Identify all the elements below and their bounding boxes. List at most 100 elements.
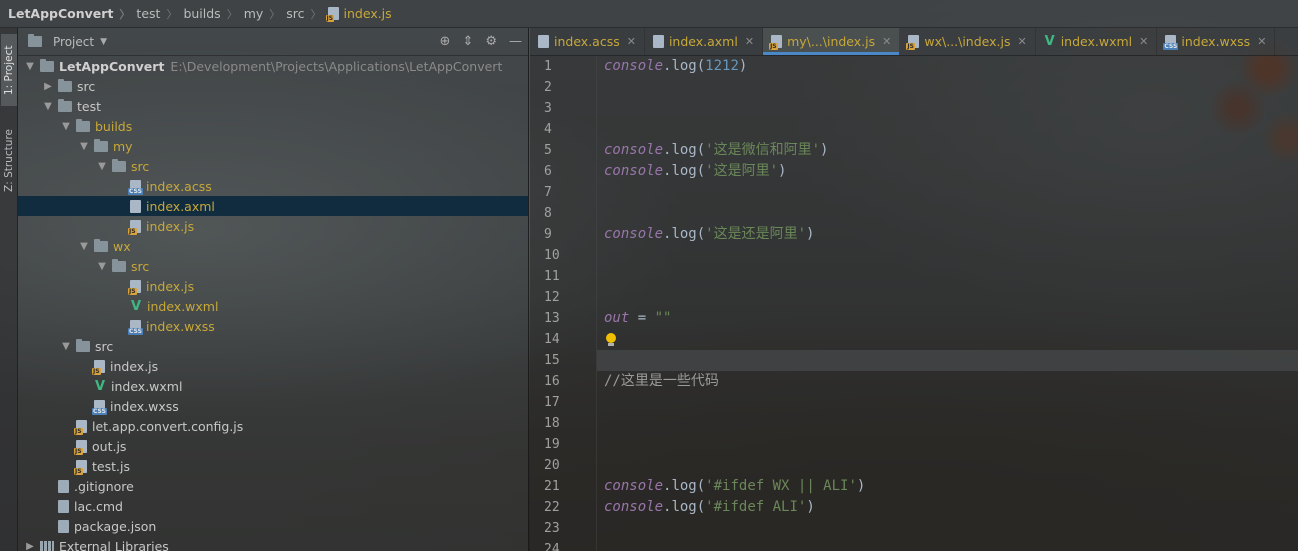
code-line[interactable] xyxy=(597,329,1298,350)
editor-tab[interactable]: JS wx\...\index.js ✕ xyxy=(900,28,1036,55)
code-line[interactable]: out = "" xyxy=(597,308,1298,329)
code-line[interactable]: console.log('这是阿里') xyxy=(597,161,1298,182)
editor-tab[interactable]: index.axml ✕ xyxy=(645,28,764,55)
tree-item[interactable]: CSS index.acss xyxy=(18,176,528,196)
chevron-down-icon[interactable]: ▼ xyxy=(96,261,108,272)
tree-root[interactable]: ▼ LetAppConvert E:\Development\Projects\… xyxy=(18,56,528,76)
editor-tab[interactable]: CSS index.wxss ✕ xyxy=(1157,28,1276,55)
close-icon[interactable]: ✕ xyxy=(745,35,754,48)
code-line[interactable] xyxy=(597,77,1298,98)
js-file-icon: JS xyxy=(128,279,141,295)
code-line[interactable] xyxy=(597,455,1298,476)
code-line[interactable] xyxy=(597,119,1298,140)
vue-file-icon: V xyxy=(130,298,142,314)
code-line[interactable]: console.log('这是还是阿里') xyxy=(597,224,1298,245)
tree-item[interactable]: package.json xyxy=(18,516,528,536)
tree-item[interactable]: ▼ src xyxy=(18,256,528,276)
tree-item[interactable]: ▼ wx xyxy=(18,236,528,256)
close-icon[interactable]: ✕ xyxy=(882,35,891,48)
tree-item[interactable]: JS let.app.convert.config.js xyxy=(18,416,528,436)
breadcrumb-item[interactable]: builds 〉 xyxy=(183,6,243,22)
breadcrumb-item[interactable]: test 〉 xyxy=(136,6,183,22)
editor-tab[interactable]: JS my\...\index.js ✕ xyxy=(763,28,901,55)
tree-item[interactable]: ▼ my xyxy=(18,136,528,156)
tree-item[interactable]: index.axml xyxy=(18,196,528,216)
code-line[interactable] xyxy=(597,182,1298,203)
chevron-down-icon[interactable]: ▼ xyxy=(60,121,72,132)
code-punctuation: ) xyxy=(806,499,815,515)
code-line[interactable]: console.log('#ifdef ALI') xyxy=(597,497,1298,518)
line-number: 11 xyxy=(544,269,560,284)
file-badge: JS xyxy=(906,43,915,50)
close-icon[interactable]: ✕ xyxy=(1139,35,1148,48)
code-line[interactable]: console.log('这是微信和阿里') xyxy=(597,140,1298,161)
tree-item[interactable]: ▼ builds xyxy=(18,116,528,136)
code-line[interactable] xyxy=(597,518,1298,539)
folder-icon xyxy=(94,238,108,252)
tree-item[interactable]: JS test.js xyxy=(18,456,528,476)
tree-item[interactable]: JS index.js xyxy=(18,216,528,236)
text-file-icon xyxy=(58,479,69,493)
tree-item[interactable]: CSS index.wxss xyxy=(18,396,528,416)
tree-item[interactable]: JS index.js xyxy=(18,356,528,376)
code-line[interactable] xyxy=(597,350,1298,371)
chevron-right-icon[interactable]: ▶ xyxy=(24,541,36,551)
code-line[interactable] xyxy=(597,98,1298,119)
tree-item[interactable]: Vindex.wxml xyxy=(18,376,528,396)
code-line[interactable]: console.log('#ifdef WX || ALI') xyxy=(597,476,1298,497)
close-icon[interactable]: ✕ xyxy=(1257,35,1266,48)
code-line[interactable] xyxy=(597,539,1298,551)
editor-tab-label: index.acss xyxy=(554,34,620,49)
project-view-selector[interactable]: Project xyxy=(53,35,94,49)
breadcrumb-item[interactable]: LetAppConvert 〉 xyxy=(8,6,136,22)
code-line[interactable]: console.log(1212) xyxy=(597,56,1298,77)
tree-item[interactable]: lac.cmd xyxy=(18,496,528,516)
gear-icon[interactable]: ⚙ xyxy=(485,34,497,49)
editor-tab[interactable]: index.acss ✕ xyxy=(530,28,645,55)
close-icon[interactable]: ✕ xyxy=(1017,35,1026,48)
tree-item[interactable]: ▼ test xyxy=(18,96,528,116)
tree-item[interactable]: ▶ External Libraries xyxy=(18,536,528,551)
collapse-all-icon[interactable]: ⇕ xyxy=(462,34,473,49)
code-line[interactable] xyxy=(597,392,1298,413)
code-line[interactable] xyxy=(597,413,1298,434)
tab-structure[interactable]: Z: Structure xyxy=(1,120,17,202)
chevron-down-icon[interactable]: ▼ xyxy=(100,37,107,47)
tree-item[interactable]: ▼ src xyxy=(18,336,528,356)
chevron-down-icon[interactable]: ▼ xyxy=(78,141,90,152)
lightbulb-icon[interactable] xyxy=(605,333,617,347)
chevron-down-icon[interactable]: ▼ xyxy=(24,61,36,72)
code-line[interactable] xyxy=(597,266,1298,287)
code-line[interactable] xyxy=(597,434,1298,455)
breadcrumb-item[interactable]: src 〉 xyxy=(286,6,327,22)
tab-project[interactable]: 1: Project xyxy=(1,34,17,106)
editor-tab[interactable]: Vindex.wxml ✕ xyxy=(1036,28,1158,55)
code-line[interactable] xyxy=(597,203,1298,224)
breadcrumb-item[interactable]: my 〉 xyxy=(244,6,287,22)
tree-item[interactable]: JS index.js xyxy=(18,276,528,296)
file-badge: CSS xyxy=(128,187,143,195)
chevron-down-icon[interactable]: ▼ xyxy=(60,341,72,352)
chevron-right-icon[interactable]: ▶ xyxy=(42,81,54,92)
tree-item[interactable]: CSS index.wxss xyxy=(18,316,528,336)
line-number: 1 xyxy=(544,59,552,74)
breadcrumb-label: my xyxy=(243,6,264,21)
tree-item[interactable]: ▶ src xyxy=(18,76,528,96)
code-line[interactable]: //这里是一些代码 xyxy=(597,371,1298,392)
chevron-down-icon[interactable]: ▼ xyxy=(42,101,54,112)
tree-item[interactable]: ▼ src xyxy=(18,156,528,176)
chevron-down-icon[interactable]: ▼ xyxy=(78,241,90,252)
tree-item[interactable]: .gitignore xyxy=(18,476,528,496)
tree-item[interactable]: JS out.js xyxy=(18,436,528,456)
tree-item-label: index.wxss xyxy=(110,398,179,414)
code-line[interactable] xyxy=(597,287,1298,308)
chevron-down-icon[interactable]: ▼ xyxy=(96,161,108,172)
code-editor[interactable]: console.log(1212) console.log('这是微信和阿里') c… xyxy=(596,56,1298,551)
code-line[interactable] xyxy=(597,245,1298,266)
breadcrumb-item[interactable]: JS index.js xyxy=(325,6,392,22)
locate-icon[interactable]: ⊕ xyxy=(440,34,451,49)
tree-item[interactable]: Vindex.wxml xyxy=(18,296,528,316)
tool-window-strip: 1: Project Z: Structure xyxy=(0,28,18,551)
close-icon[interactable]: ✕ xyxy=(627,35,636,48)
minimize-icon[interactable]: — xyxy=(509,34,522,49)
